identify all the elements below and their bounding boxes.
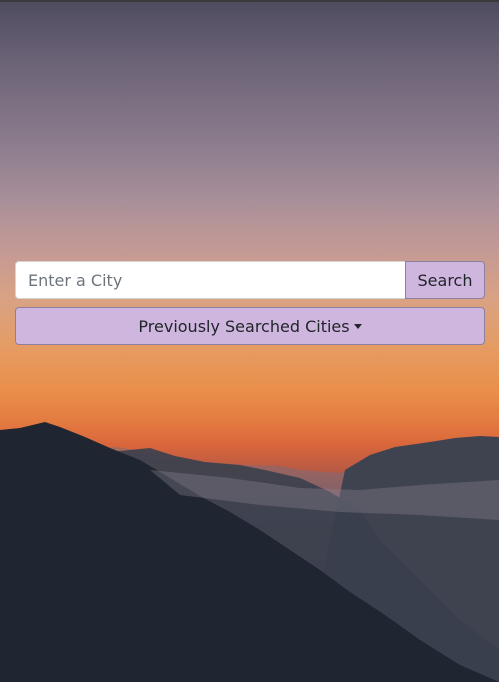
history-button-label: Previously Searched Cities: [138, 316, 350, 336]
search-form: Search: [15, 261, 485, 299]
search-button[interactable]: Search: [405, 261, 485, 299]
page: Search Previously Searched Cities: [0, 0, 499, 682]
city-search-input[interactable]: [15, 261, 405, 299]
caret-down-icon: [353, 324, 362, 329]
previously-searched-dropdown-button[interactable]: Previously Searched Cities: [15, 307, 485, 345]
